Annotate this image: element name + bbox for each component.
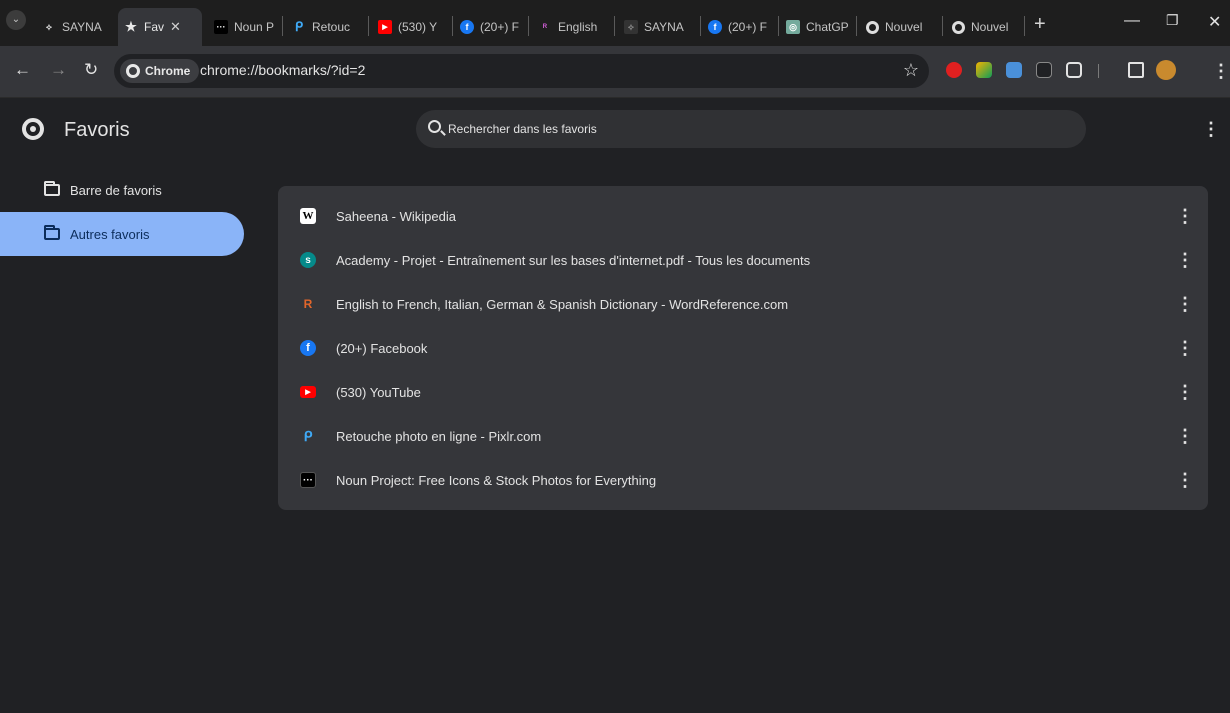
extension-icon[interactable]	[1036, 62, 1052, 78]
tab-divider	[778, 16, 779, 36]
item-menu-icon[interactable]: ⋮	[1176, 295, 1194, 313]
tab-search-button[interactable]: ⌄	[6, 10, 26, 30]
sayna-icon: ⟡	[624, 20, 638, 34]
tab-sayna-2[interactable]: ⟡ SAYNA	[618, 8, 698, 46]
bookmark-search[interactable]	[416, 110, 1086, 148]
chrome-icon	[866, 20, 879, 34]
tab-divider	[528, 16, 529, 36]
folder-icon	[44, 225, 60, 240]
tab-divider	[452, 16, 453, 36]
folder-icon	[44, 181, 60, 196]
bookmarks-logo-icon	[22, 118, 44, 140]
tab-wordreference[interactable]: ᴿ English	[532, 8, 612, 46]
item-menu-icon[interactable]: ⋮	[1176, 207, 1194, 225]
youtube-icon: ▶	[378, 20, 392, 34]
minimize-button[interactable]: —	[1124, 12, 1140, 30]
tab-pixlr[interactable]: ᑭ Retouc	[286, 8, 366, 46]
pixlr-icon: ᑭ	[303, 427, 313, 444]
tab-youtube[interactable]: ▶ (530) Y	[372, 8, 448, 46]
toolbar-divider	[1098, 64, 1099, 78]
tab-sayna[interactable]: ⟡ SAYNA	[36, 8, 112, 46]
star-icon: ★	[125, 19, 137, 34]
pixlr-icon: ᑭ	[294, 19, 304, 34]
tab-strip: ⌄ ⟡ SAYNA ★ Fav ✕ ··· Noun P ᑭ Retouc ▶ …	[0, 0, 1230, 46]
list-item[interactable]: ▶ (530) YouTube ⋮	[278, 370, 1208, 414]
tab-divider	[1024, 16, 1025, 36]
address-bar[interactable]: Chrome chrome://bookmarks/?id=2 ☆	[114, 54, 929, 88]
tab-nouvel-onglet-2[interactable]: Nouvel	[946, 8, 1022, 46]
item-menu-icon[interactable]: ⋮	[1176, 251, 1194, 269]
folder-autres-favoris[interactable]: Autres favoris	[0, 212, 244, 256]
list-item[interactable]: ··· Noun Project: Free Icons & Stock Pho…	[278, 458, 1208, 502]
sharepoint-icon: s	[300, 252, 316, 268]
folder-barre-de-favoris[interactable]: Barre de favoris	[0, 168, 244, 212]
close-window-button[interactable]: ✕	[1208, 12, 1221, 32]
youtube-icon: ▶	[300, 386, 316, 398]
extensions-puzzle-icon[interactable]	[1066, 62, 1082, 78]
list-item[interactable]: ᑭ Retouche photo en ligne - Pixlr.com ⋮	[278, 414, 1208, 458]
tab-divider	[856, 16, 857, 36]
search-icon	[428, 120, 441, 133]
tab-favoris[interactable]: ★ Fav ✕	[118, 8, 202, 46]
forward-icon[interactable]: →	[50, 60, 67, 80]
chatgpt-icon: ◎	[786, 20, 800, 34]
noun-project-icon: ···	[300, 472, 316, 488]
browser-toolbar: ← → ↻ Chrome chrome://bookmarks/?id=2 ☆ …	[0, 46, 1230, 98]
tab-divider	[282, 16, 283, 36]
wikipedia-icon: W	[300, 208, 316, 224]
tab-divider	[368, 16, 369, 36]
tab-facebook-2[interactable]: f (20+) F	[702, 8, 776, 46]
sayna-icon: ⟡	[46, 21, 52, 32]
bookmark-list: W Saheena - Wikipedia ⋮ s Academy - Proj…	[278, 186, 1208, 510]
new-tab-button[interactable]: +	[1034, 14, 1046, 34]
extension-icon[interactable]	[976, 62, 992, 78]
close-tab-icon[interactable]: ✕	[170, 19, 181, 35]
list-item[interactable]: f (20+) Facebook ⋮	[278, 326, 1208, 370]
bookmark-star-icon[interactable]: ☆	[903, 60, 919, 81]
tab-noun-project[interactable]: ··· Noun P	[208, 8, 280, 46]
item-menu-icon[interactable]: ⋮	[1176, 471, 1194, 489]
side-panel-icon[interactable]	[1128, 62, 1144, 78]
tab-divider	[614, 16, 615, 36]
wordreference-icon: ᴿ	[542, 22, 548, 32]
extension-icon[interactable]	[1006, 62, 1022, 78]
bookmarks-page: Favoris ⋮ Barre de favoris Autres favori…	[0, 98, 1230, 713]
chrome-icon	[126, 64, 140, 78]
list-item[interactable]: s Academy - Projet - Entraînement sur le…	[278, 238, 1208, 282]
facebook-icon: f	[460, 20, 474, 34]
tab-chatgpt[interactable]: ◎ ChatGP	[780, 8, 854, 46]
site-info-chip[interactable]: Chrome	[120, 59, 200, 83]
noun-project-icon: ···	[214, 20, 228, 34]
adblock-extension-icon[interactable]	[946, 62, 962, 78]
chrome-icon	[952, 20, 965, 34]
page-title: Favoris	[64, 119, 130, 141]
avatar[interactable]	[1156, 60, 1176, 80]
organize-menu-icon[interactable]: ⋮	[1202, 120, 1220, 138]
facebook-icon: f	[708, 20, 722, 34]
back-icon[interactable]: ←	[14, 60, 31, 80]
url-text[interactable]: chrome://bookmarks/?id=2	[200, 62, 365, 78]
tab-facebook[interactable]: f (20+) F	[454, 8, 526, 46]
restore-button[interactable]: ❐	[1166, 12, 1179, 29]
facebook-icon: f	[300, 340, 316, 356]
chrome-menu-icon[interactable]: ⋮	[1212, 62, 1230, 80]
tab-divider	[942, 16, 943, 36]
reload-icon[interactable]: ↻	[84, 60, 98, 80]
search-input[interactable]	[448, 110, 1048, 148]
wordreference-icon: R	[303, 297, 313, 311]
item-menu-icon[interactable]: ⋮	[1176, 383, 1194, 401]
list-item[interactable]: W Saheena - Wikipedia ⋮	[278, 194, 1208, 238]
item-menu-icon[interactable]: ⋮	[1176, 427, 1194, 445]
list-item[interactable]: R English to French, Italian, German & S…	[278, 282, 1208, 326]
item-menu-icon[interactable]: ⋮	[1176, 339, 1194, 357]
tab-nouvel-onglet[interactable]: Nouvel	[860, 8, 940, 46]
tab-divider	[700, 16, 701, 36]
